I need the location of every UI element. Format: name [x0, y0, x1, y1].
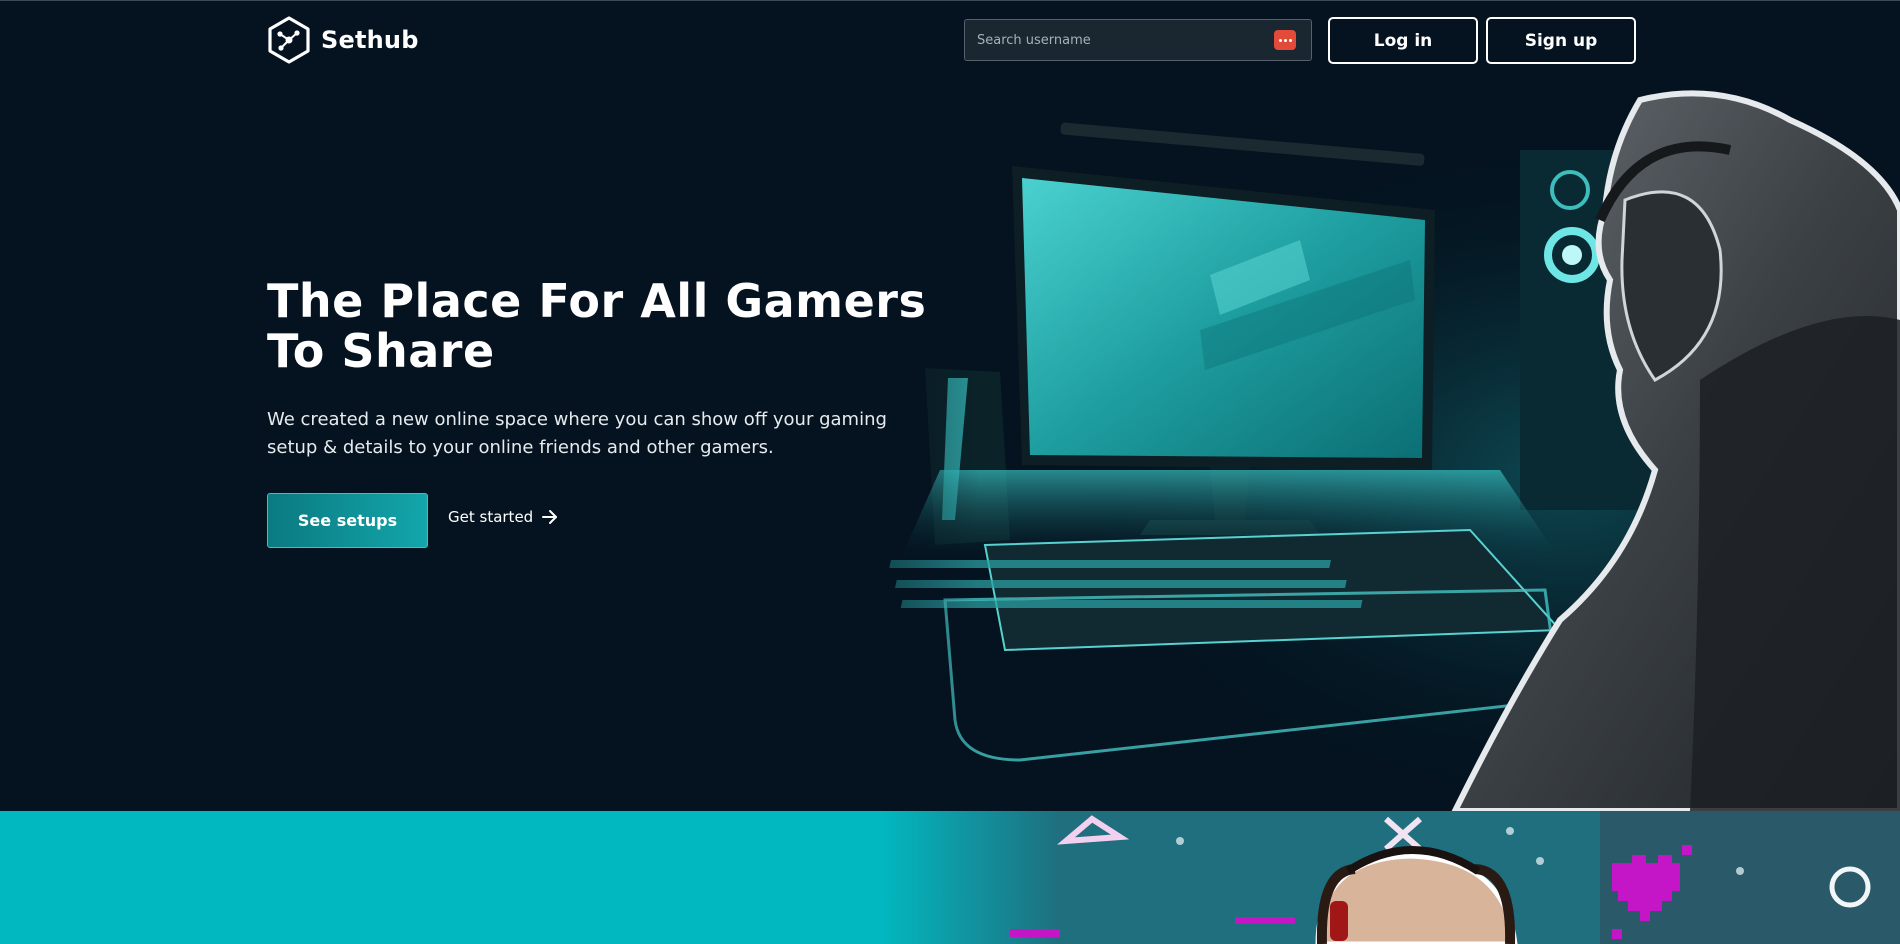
hero-subtext: We created a new online space where you … [267, 409, 887, 458]
see-setups-button[interactable]: See setups [267, 493, 428, 548]
arrow-right-icon [542, 510, 558, 524]
get-started-link[interactable]: Get started [448, 508, 559, 526]
brand-name: Sethub [321, 26, 419, 54]
get-started-label: Get started [448, 508, 534, 526]
username-search [964, 19, 1312, 61]
cube-network-icon [268, 16, 310, 64]
streamer-section [0, 811, 1900, 944]
brand-logo[interactable]: Sethub [267, 16, 419, 64]
signup-button[interactable]: Sign up [1486, 17, 1636, 64]
streamer-image [880, 811, 1900, 944]
search-input[interactable] [965, 20, 1274, 60]
password-manager-icon[interactable] [1274, 30, 1296, 50]
top-border [0, 0, 1900, 1]
login-button[interactable]: Log in [1328, 17, 1478, 64]
hero-headline: The Place For All Gamers To Share [267, 274, 927, 378]
hero-section: Sethub Log in Sign up The Place For All … [0, 0, 1900, 811]
landing-page: Sethub Log in Sign up The Place For All … [0, 0, 1900, 944]
